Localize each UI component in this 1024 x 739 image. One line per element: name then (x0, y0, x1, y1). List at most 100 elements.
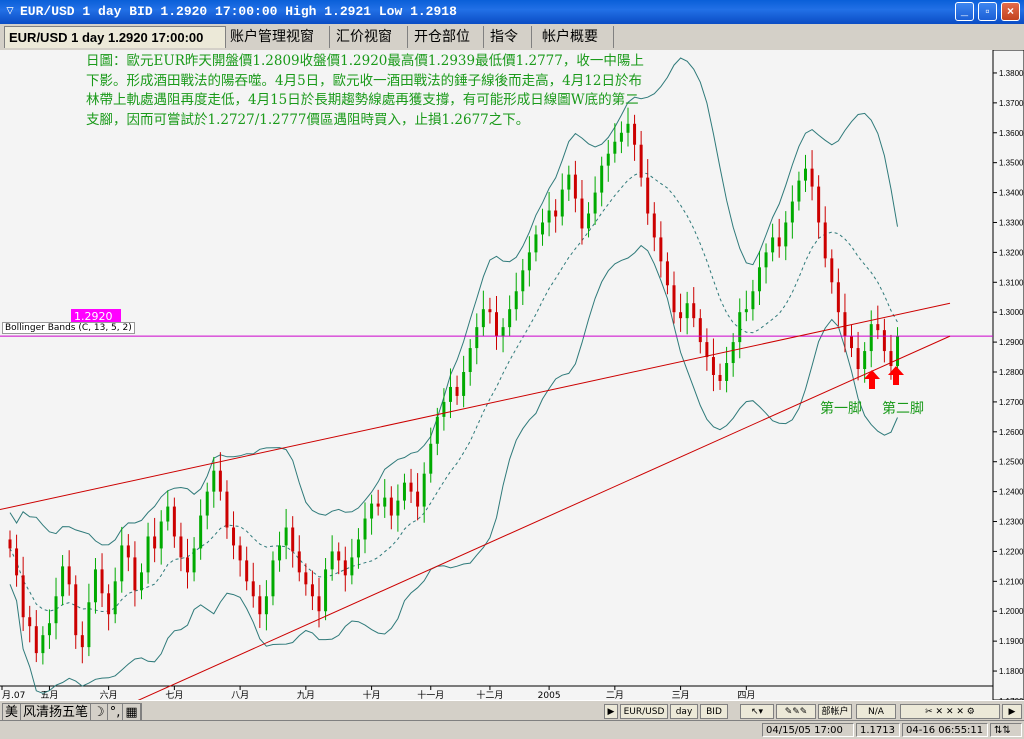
ime-punct[interactable]: °, (108, 704, 124, 721)
y-tick-label: 1.3800 (999, 69, 1024, 78)
symbol-select[interactable]: EUR/USD (620, 704, 668, 719)
candle-body (15, 548, 19, 576)
candle-body (370, 503, 374, 519)
price-chart[interactable]: 1.3800 1.3700 1.3600 1.3500 1.3400 1.3300 1.32… (0, 50, 1024, 700)
chart-canvas: 1.3800 1.3700 1.3600 1.3500 1.3400 1.3300 1.32… (0, 50, 1024, 700)
candle-body (21, 575, 25, 618)
candle-body (639, 144, 643, 178)
candle-body (836, 282, 840, 313)
candle-body (803, 168, 807, 181)
candle-body (100, 569, 104, 594)
app-icon: ▽ (6, 4, 14, 18)
chart-tools-icons[interactable]: ✂ ✕ ✕ ✕ ⚙ (900, 704, 1000, 719)
candle-body (731, 342, 735, 364)
candle-body (869, 324, 873, 352)
restore-button[interactable]: ▫ (978, 2, 997, 21)
tab-orders[interactable]: 指令 (486, 26, 532, 48)
candle-body (389, 497, 393, 516)
scroll-right-icon[interactable]: ▶ (604, 704, 618, 719)
y-tick-label: 1.2100 (999, 577, 1024, 586)
trendline-1 (0, 302, 951, 511)
tab-open-positions[interactable]: 开仓部位 (410, 26, 484, 48)
x-tick-label: 九月 (297, 690, 315, 700)
candle-body (889, 351, 893, 367)
candle-body (600, 165, 604, 193)
ime-lang[interactable]: 美 (3, 704, 22, 721)
y-tick-label: 1.3200 (999, 248, 1024, 257)
candle-body (80, 635, 84, 648)
timeframe-select[interactable]: day (670, 704, 698, 719)
draw-tools-icon[interactable]: ✎✎✎ (776, 704, 816, 719)
candle-body (363, 518, 367, 540)
candle-body (521, 270, 525, 292)
candle-body (665, 261, 669, 286)
tab-quotes[interactable]: 汇价视窗 (332, 26, 408, 48)
candle-body (179, 536, 183, 558)
candle-body (402, 482, 406, 501)
candle-body (343, 560, 347, 576)
candle-body (692, 303, 696, 319)
y-tick-label: 1.2200 (999, 547, 1024, 556)
candle-body (153, 536, 157, 549)
candle-body (232, 527, 236, 546)
candle-body (744, 309, 748, 313)
x-tick-label: 月.07 (2, 690, 25, 700)
candle-body (330, 551, 334, 570)
ime-moon-icon[interactable]: ☽ (91, 704, 108, 721)
x-tick-label: 十二月 (476, 689, 503, 700)
candle-body (738, 312, 742, 343)
candle-body (863, 351, 867, 370)
candle-body (205, 491, 209, 516)
candle-body (159, 521, 163, 549)
cursor-tool-icon[interactable]: ↖▾ (740, 704, 774, 719)
candle-body (225, 491, 229, 528)
candle-body (67, 566, 71, 585)
candle-body (659, 237, 663, 262)
bollinger-upper (9, 57, 898, 546)
candle-body (304, 572, 308, 585)
candle-body (593, 192, 597, 214)
candle-body (166, 506, 170, 522)
candle-body (652, 213, 656, 238)
candle-body (218, 470, 222, 492)
candle-body (455, 386, 459, 396)
side-select[interactable]: BID (700, 704, 728, 719)
candle-body (685, 303, 689, 319)
minimize-button[interactable]: _ (955, 2, 974, 21)
ime-keyboard-icon[interactable]: ▦ (123, 704, 141, 721)
y-tick-label: 1.3500 (999, 159, 1024, 168)
candle-body (61, 566, 65, 597)
candle-body (711, 357, 715, 375)
status-value: 1.1713 (856, 723, 900, 737)
candle-body (54, 596, 58, 624)
candle-body (850, 336, 854, 349)
tab-account-summary[interactable]: 帐户概要 (538, 26, 614, 48)
candle-body (146, 536, 150, 573)
candle-body (356, 539, 360, 558)
x-tick-label: 七月 (165, 690, 183, 700)
status-datetime: 04/15/05 17:00 (762, 723, 854, 737)
x-tick-label: 十月 (363, 689, 381, 700)
candle-body (698, 318, 702, 343)
tab-account-manager[interactable]: 账户管理视窗 (226, 26, 330, 48)
first-leg-arrow (864, 370, 880, 389)
y-tick-label: 1.1900 (999, 637, 1024, 646)
y-tick-label: 1.2500 (999, 458, 1024, 467)
candle-body (41, 635, 45, 654)
status-bar: 04/15/05 17:00 1.1713 04-16 06:55:11 ⇅⇅ (0, 720, 1024, 739)
close-button[interactable]: × (1001, 2, 1020, 21)
candle-body (442, 401, 446, 417)
y-tick-label: 1.2300 (999, 518, 1024, 527)
ime-name[interactable]: 风清扬五笔 (21, 704, 92, 721)
candle-body (580, 198, 584, 229)
tab-chart[interactable]: EUR/USD 1 day 1.2920 17:00:00 (4, 26, 226, 48)
account-select[interactable]: 部帐户 (818, 704, 852, 719)
candle-body (757, 267, 761, 292)
play-icon[interactable]: ▶ (1002, 704, 1022, 719)
candle-body (192, 548, 196, 573)
candle-body (882, 330, 886, 352)
candle-body (383, 497, 387, 507)
title-bar: ▽ EUR/USD 1 day BID 1.2920 17:00:00 High… (0, 0, 1024, 24)
y-tick-label: 1.2800 (999, 368, 1024, 377)
bollinger-label[interactable]: Bollinger Bands (C, 13, 5, 2) (2, 322, 135, 334)
